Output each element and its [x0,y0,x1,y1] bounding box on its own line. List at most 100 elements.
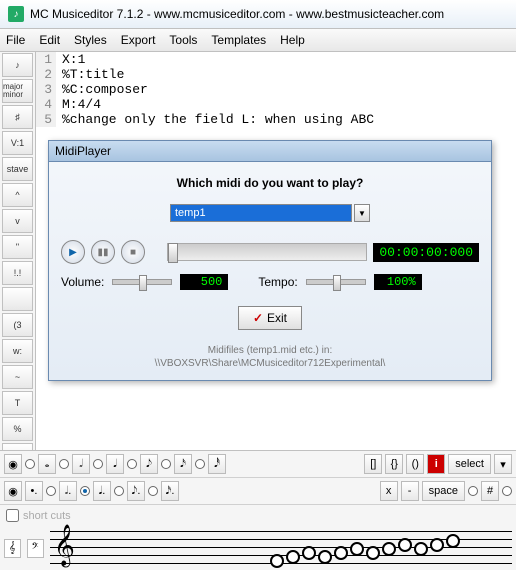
radio[interactable] [502,486,512,496]
dot-icon[interactable]: •. [25,481,43,501]
radio[interactable] [93,459,103,469]
shortcuts-checkbox[interactable] [6,509,19,522]
tool-percent[interactable]: % [2,417,33,441]
chevron-down-icon[interactable]: ▼ [354,204,370,222]
slider-thumb[interactable] [333,275,341,291]
line-number: 3 [36,82,56,97]
note-toolbar-1: ◉ 𝅝 𝅗𝅥 𝅘𝅥 𝅘𝅥𝅮 𝅘𝅥𝅯 𝅘𝅥𝅰 [] {} () i select … [0,451,516,478]
radio[interactable] [46,486,56,496]
tool-stave[interactable]: stave [2,157,33,181]
radio[interactable] [25,459,35,469]
notehead-icon[interactable] [334,546,348,560]
tool-note-icon[interactable]: ♪ [2,53,33,77]
titlebar: ♪ MC Musiceditor 7.1.2 - www.mcmusicedit… [0,0,516,29]
radio[interactable] [59,459,69,469]
radio[interactable] [161,459,171,469]
combo-value: temp1 [170,204,352,222]
stop-button[interactable]: ■ [121,240,145,264]
notehead-icon[interactable] [382,542,396,556]
menu-styles[interactable]: Styles [74,33,107,47]
quarter-note-icon[interactable]: 𝅘𝅥 [106,454,124,474]
tool-tilde[interactable]: ~ [2,365,33,389]
radio[interactable] [114,486,124,496]
notehead-icon[interactable] [270,554,284,568]
notehead-icon[interactable] [366,546,380,560]
radio-selected[interactable] [80,486,90,496]
notehead-icon[interactable] [446,534,460,548]
radio[interactable] [195,459,205,469]
tempo-slider[interactable] [306,279,366,285]
tool-major-minor[interactable]: major minor [2,79,33,103]
exit-button[interactable]: ✓ Exit [238,306,302,330]
tool-quote[interactable]: " [2,235,33,259]
half-note-icon[interactable]: 𝅗𝅥 [72,454,90,474]
notehead-icon[interactable] [286,550,300,564]
slider-thumb[interactable] [168,243,178,263]
eighth-note-icon[interactable]: 𝅘𝅥𝅮 [140,454,158,474]
info-button[interactable]: i [427,454,445,474]
dotted-quarter-icon[interactable]: 𝅘𝅥. [93,481,111,501]
stop-icon: ■ [130,247,136,258]
midi-select[interactable]: temp1 ▼ [170,204,370,222]
tool-triplet[interactable]: (3 [2,313,33,337]
bracket-curly-button[interactable]: {} [385,454,403,474]
radio[interactable] [468,486,478,496]
notehead-icon[interactable] [430,538,444,552]
radio[interactable] [127,459,137,469]
menu-help[interactable]: Help [280,33,305,47]
menu-templates[interactable]: Templates [211,33,266,47]
music-staff[interactable]: 𝄞 [50,528,512,568]
pause-icon: ▮▮ [97,247,108,258]
treble-clef-icon: 𝄞 [54,524,75,567]
tool-voice[interactable]: V:1 [2,131,33,155]
eye-icon[interactable]: ◉ [4,481,22,501]
main-area: ♪ major minor ♯ V:1 stave ^ v " !.! (3 w… [0,52,516,494]
menu-file[interactable]: File [6,33,25,47]
sixteenth-note-icon[interactable]: 𝅘𝅥𝅯 [174,454,192,474]
menu-export[interactable]: Export [121,33,156,47]
menu-tools[interactable]: Tools [169,33,197,47]
code-line: M:4/4 [56,97,101,112]
notehead-icon[interactable] [318,550,332,564]
play-button[interactable]: ▶ [61,240,85,264]
notehead-icon[interactable] [350,542,364,556]
pause-button[interactable]: ▮▮ [91,240,115,264]
tool-bang[interactable]: !.! [2,261,33,285]
dotted-half-icon[interactable]: 𝅗𝅥. [59,481,77,501]
shortcuts-label: short cuts [23,510,71,522]
tool-empty[interactable] [2,287,33,311]
select-button[interactable]: select [448,454,491,474]
whole-note-icon[interactable]: 𝅝 [38,454,56,474]
radio[interactable] [148,486,158,496]
treble-clef-button[interactable]: 𝄞 [4,539,21,558]
tool-w[interactable]: w: [2,339,33,363]
thirtysecond-note-icon[interactable]: 𝅘𝅥𝅰 [208,454,226,474]
menu-edit[interactable]: Edit [39,33,60,47]
tool-caret-down-icon[interactable]: v [2,209,33,233]
eye-icon[interactable]: ◉ [4,454,22,474]
dash-button[interactable]: - [401,481,419,501]
dialog-title[interactable]: MidiPlayer [49,141,491,162]
bracket-round-button[interactable]: () [406,454,424,474]
volume-slider[interactable] [112,279,172,285]
slider-thumb[interactable] [139,275,147,291]
chevron-down-icon[interactable]: ▾ [494,454,512,474]
notehead-icon[interactable] [398,538,412,552]
bracket-square-button[interactable]: [] [364,454,382,474]
position-slider[interactable] [167,243,367,261]
line-number: 1 [36,52,56,67]
space-button[interactable]: space [422,481,465,501]
tool-t[interactable]: T [2,391,33,415]
tool-caret-up-icon[interactable]: ^ [2,183,33,207]
notehead-icon[interactable] [414,542,428,556]
bass-clef-button[interactable]: 𝄢 [27,539,44,558]
dotted-eighth-icon[interactable]: 𝅘𝅥𝅮. [127,481,145,501]
tool-sharp-icon[interactable]: ♯ [2,105,33,129]
titlebar-text: MC Musiceditor 7.1.2 - www.mcmusiceditor… [30,7,444,21]
x-button[interactable]: x [380,481,398,501]
sharp-icon[interactable]: # [481,481,499,501]
sidebar: ♪ major minor ♯ V:1 stave ^ v " !.! (3 w… [0,52,36,494]
notehead-icon[interactable] [302,546,316,560]
dotted-sixteenth-icon[interactable]: 𝅘𝅥𝅯. [161,481,179,501]
shortcuts-row: short cuts [0,505,516,526]
